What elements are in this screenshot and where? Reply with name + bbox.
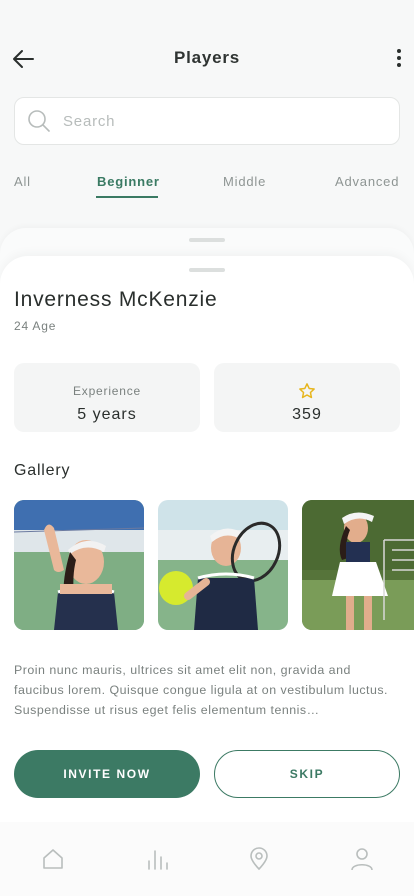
tab-beginner[interactable]: Beginner (97, 174, 160, 189)
gallery-photo[interactable] (14, 500, 144, 630)
active-tab-indicator (96, 196, 158, 198)
player-name: Inverness McKenzie (14, 288, 218, 311)
star-icon (299, 383, 315, 399)
home-icon (43, 849, 63, 869)
header: Players (0, 0, 414, 96)
player-age: 24 Age (14, 319, 57, 333)
more-dot-icon (397, 56, 401, 60)
location-icon (250, 847, 268, 871)
tab-middle[interactable]: Middle (223, 174, 266, 189)
page-title: Players (173, 48, 241, 67)
search-bar[interactable] (14, 97, 400, 145)
skip-button[interactable]: SKIP (214, 750, 400, 798)
gallery-photo[interactable] (302, 500, 414, 630)
nav-home[interactable] (40, 846, 66, 872)
nav-stats[interactable] (144, 846, 170, 872)
more-dot-icon (397, 63, 401, 67)
profile-icon (351, 848, 373, 871)
invite-now-button[interactable]: INVITE NOW (14, 750, 200, 798)
bottom-navigation (0, 822, 414, 896)
search-input[interactable] (63, 112, 363, 130)
tab-advanced[interactable]: Advanced (335, 174, 399, 189)
player-card: Inverness McKenzie 24 Age Experience 5 y… (0, 256, 414, 822)
tab-all[interactable]: All (14, 174, 31, 189)
rating-card: 359 (214, 363, 400, 432)
rating-value: 359 (292, 406, 322, 423)
nav-location[interactable] (246, 846, 272, 872)
experience-label: Experience (72, 384, 142, 398)
more-options-button[interactable] (394, 46, 404, 70)
sheet-handle[interactable] (189, 238, 225, 242)
search-icon (28, 110, 50, 132)
player-description: Proin nunc mauris, ultrices sit amet eli… (14, 663, 388, 717)
more-dot-icon (397, 49, 401, 53)
stats-icon (148, 850, 168, 870)
experience-value: 5 years (77, 406, 137, 423)
experience-card: Experience 5 years (14, 363, 200, 432)
nav-profile[interactable] (349, 846, 375, 872)
gallery-photo[interactable] (158, 500, 288, 630)
level-tabs: All Beginner Middle Advanced (14, 174, 400, 200)
sheet-handle[interactable] (189, 268, 225, 272)
gallery-heading: Gallery (14, 462, 71, 479)
